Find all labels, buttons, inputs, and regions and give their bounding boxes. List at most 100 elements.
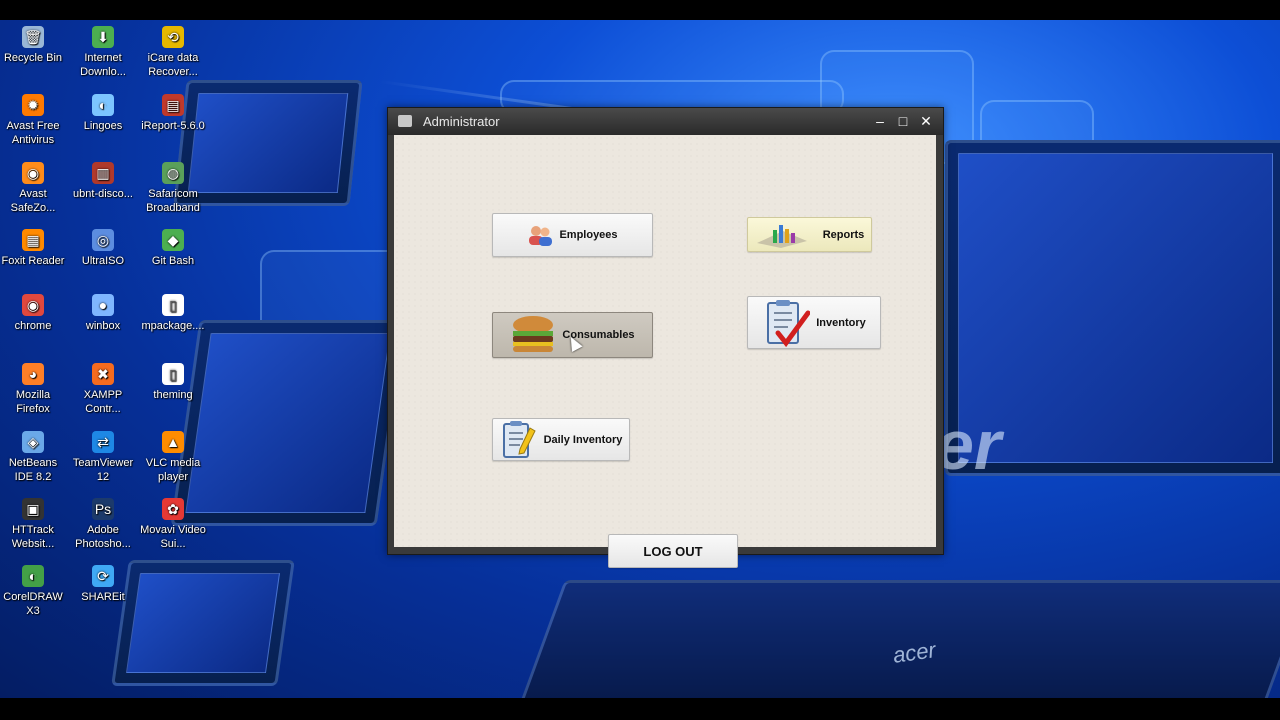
desktop-icon-label: VLC media player (145, 457, 201, 483)
desktop-icon-label: CorelDRAW X3 (3, 591, 63, 617)
reports-button[interactable]: Reports (747, 217, 872, 252)
desktop-icon[interactable]: ⬇ Internet Downlo... (70, 24, 136, 79)
desktop-icon-label: XAMPP Contr... (83, 389, 123, 415)
desktop-icon[interactable]: ✹ Avast Free Antivirus (0, 92, 66, 147)
desktop-icon[interactable]: ◕ Mozilla Firefox (0, 361, 66, 416)
window-title: Administrator (423, 114, 500, 129)
desktop-icon[interactable]: ◍ Safaricom Broadband (140, 160, 206, 215)
lingoes-icon: ◐ (92, 94, 114, 116)
ubnt-discovery-icon: ▥ (92, 162, 114, 184)
desktop-icon[interactable]: ◐ Lingoes (70, 92, 136, 133)
vlc-icon: ▲ (162, 431, 184, 453)
laptop-graphic (111, 560, 295, 686)
employees-icon (529, 226, 553, 246)
burger-icon (513, 316, 554, 352)
desktop-icon[interactable]: ▯ theming (140, 361, 206, 402)
recycle-bin-icon: 🗑 (22, 26, 44, 48)
foxit-reader-icon: ▦ (22, 229, 44, 251)
internet-download-manager-icon: ⬇ (92, 26, 114, 48)
desktop-icon-label: HTTrack Websit... (11, 524, 55, 550)
desktop-icon[interactable]: Ps Adobe Photosho... (70, 496, 136, 551)
winbox-icon: ● (92, 294, 114, 316)
desktop-icon-label: winbox (85, 320, 121, 332)
desktop-icon-label: ubnt-disco... (73, 188, 133, 200)
desktop-icon[interactable]: ⟲ iCare data Recover... (140, 24, 206, 79)
laptop-keyboard-graphic (515, 580, 1280, 698)
netbeans-icon: ◈ (22, 431, 44, 453)
desktop-icon[interactable]: ◐ CorelDRAW X3 (0, 563, 66, 618)
app-icon (398, 115, 412, 127)
safaricom-icon: ◍ (162, 162, 184, 184)
file-icon: ▯ (162, 363, 184, 385)
httrack-icon: ▣ (22, 498, 44, 520)
desktop-icon-label: TeamViewer 12 (72, 457, 134, 483)
logout-label: LOG OUT (643, 543, 703, 559)
inventory-button[interactable]: Inventory (747, 296, 881, 349)
avast-icon: ✹ (22, 94, 44, 116)
photoshop-icon: Ps (92, 498, 114, 520)
employees-label: Employees (559, 229, 618, 241)
desktop-icon-label: Avast SafeZo... (10, 188, 56, 214)
icare-data-recovery-icon: ⟲ (162, 26, 184, 48)
inventory-label: Inventory (816, 316, 866, 329)
desktop-icon[interactable]: ✖ XAMPP Contr... (70, 361, 136, 416)
desktop-icon-label: iCare data Recover... (147, 52, 199, 78)
ireport-icon: ▤ (162, 94, 184, 116)
desktop-icon[interactable]: ● winbox (70, 292, 136, 333)
desktop-icon-label: Movavi Video Sui... (140, 524, 206, 550)
desktop-icon-label: NetBeans IDE 8.2 (8, 457, 58, 483)
desktop-icon-label: Foxit Reader (1, 255, 65, 267)
desktop-icon-label: theming (153, 389, 193, 401)
firefox-icon: ◕ (22, 363, 44, 385)
reports-label: Reports (822, 228, 865, 241)
desktop-icon[interactable]: ⟳ SHAREit (70, 563, 136, 604)
desktop-icon-label: Internet Downlo... (80, 52, 126, 78)
teamviewer-icon: ⇄ (92, 431, 114, 453)
desktop-icon[interactable]: ◉ chrome (0, 292, 66, 333)
desktop-background: er acer 🗑 Recycle Bin ⬇ Internet Downlo... ⟲… (0, 20, 1280, 698)
desktop-icon[interactable]: ▣ HTTrack Websit... (0, 496, 66, 551)
daily-inventory-button[interactable]: Daily Inventory (492, 418, 630, 461)
desktop-icon[interactable]: ▤ iReport-5.6.0 (140, 92, 206, 133)
desktop-icon-label: Avast Free Antivirus (6, 120, 60, 146)
desktop-icon-label: iReport-5.6.0 (141, 120, 205, 132)
xampp-icon: ✖ (92, 363, 114, 385)
desktop-icon[interactable]: ◉ Avast SafeZo... (0, 160, 66, 215)
desktop-icon[interactable]: ▲ VLC media player (140, 429, 206, 484)
brand-script-text: er (935, 406, 1002, 484)
desktop-icon-label: Mozilla Firefox (15, 389, 51, 415)
shareit-icon: ⟳ (92, 565, 114, 587)
desktop-icon-label: chrome (14, 320, 52, 332)
close-button[interactable]: ✕ (916, 112, 936, 130)
desktop-icon[interactable]: 🗑 Recycle Bin (0, 24, 66, 65)
clipboard-pencil-icon (502, 420, 536, 458)
daily-inventory-label: Daily Inventory (543, 433, 623, 446)
desktop-icon-label: mpackage.... (141, 320, 205, 332)
reports-icon (756, 224, 807, 248)
file-icon: ▯ (162, 294, 184, 316)
desktop-icon-label: Adobe Photosho... (75, 524, 131, 550)
window-titlebar[interactable]: Administrator – □ ✕ (388, 108, 943, 135)
administrator-window: Administrator – □ ✕ Employees Reports Co… (387, 107, 944, 568)
desktop-icon[interactable]: ◎ UltraISO (70, 227, 136, 268)
chrome-icon: ◉ (22, 294, 44, 316)
git-bash-icon: ◆ (162, 229, 184, 251)
desktop-icon[interactable]: ◈ NetBeans IDE 8.2 (0, 429, 66, 484)
employees-button[interactable]: Employees (492, 213, 653, 257)
minimize-button[interactable]: – (870, 112, 890, 130)
ultraiso-icon: ◎ (92, 229, 114, 251)
desktop-icon[interactable]: ◆ Git Bash (140, 227, 206, 268)
desktop-icon-label: UltraISO (81, 255, 125, 267)
desktop-icon-label: Lingoes (83, 120, 123, 132)
desktop-icon[interactable]: ✿ Movavi Video Sui... (140, 496, 206, 551)
desktop-icon[interactable]: ⇄ TeamViewer 12 (70, 429, 136, 484)
window-content: Employees Reports Consumables Inventory … (394, 135, 936, 568)
movavi-icon: ✿ (162, 498, 184, 520)
coreldraw-icon: ◐ (22, 565, 44, 587)
maximize-button[interactable]: □ (893, 112, 913, 130)
logout-button[interactable]: LOG OUT (608, 534, 738, 568)
desktop-icon[interactable]: ▯ mpackage.... (140, 292, 206, 333)
desktop-icon-label: SHAREit (81, 591, 125, 603)
desktop-icon[interactable]: ▦ Foxit Reader (0, 227, 66, 268)
desktop-icon[interactable]: ▥ ubnt-disco... (70, 160, 136, 201)
